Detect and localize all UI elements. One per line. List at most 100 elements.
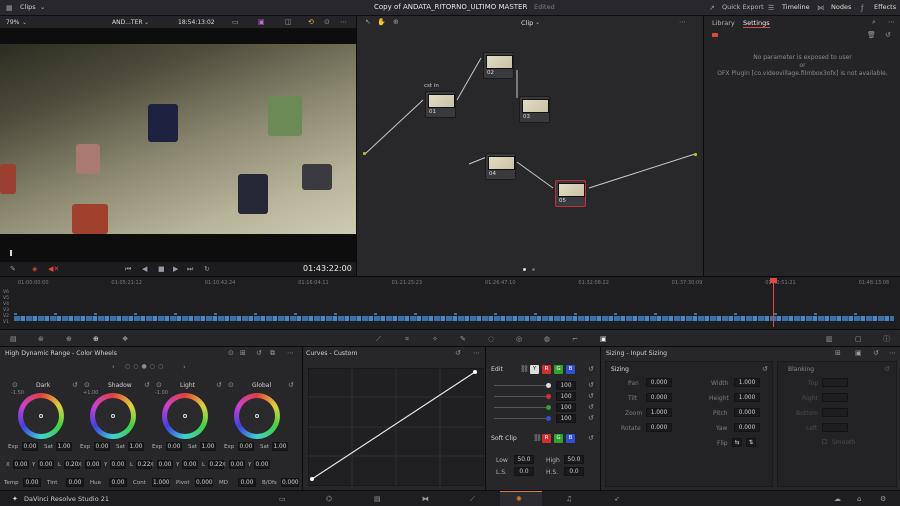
pan-input[interactable]: 0.000 [646, 378, 672, 387]
zone-dots[interactable]: ○○●○○ [125, 363, 166, 370]
channel-b-button[interactable]: B [566, 365, 575, 374]
color-warper-icon[interactable]: ⌗ [405, 335, 409, 343]
adjust-input[interactable]: 0.000 [195, 478, 213, 487]
low-input[interactable]: 50.0 [514, 455, 534, 464]
loop-icon[interactable]: ↻ [204, 265, 210, 273]
intensity-slider[interactable] [494, 396, 548, 397]
blanking-left-input[interactable] [822, 423, 848, 432]
stop-icon[interactable]: ■ [158, 265, 165, 273]
split-icon[interactable]: ◫ [285, 18, 292, 26]
curve-point[interactable] [473, 370, 477, 374]
nodes-button[interactable]: Nodes [831, 3, 851, 11]
ls-input[interactable]: 0.0 [514, 467, 534, 476]
reset-icon[interactable]: ↺ [288, 381, 294, 389]
chevron-down-icon[interactable]: ⌄ [40, 3, 45, 11]
input-pin[interactable] [363, 152, 366, 155]
intensity-slider[interactable] [494, 385, 548, 386]
sat-input[interactable]: 1.00 [56, 442, 72, 451]
color-wheel[interactable] [162, 393, 208, 439]
reset-icon[interactable]: ↺ [885, 31, 891, 39]
fairlight-page-icon[interactable]: ♫ [566, 495, 572, 503]
y-input[interactable]: 0.00 [110, 460, 126, 469]
primaries-icon[interactable]: ⊕ [66, 335, 72, 343]
reset-icon[interactable]: ↺ [144, 381, 150, 389]
intensity-handle[interactable] [546, 394, 551, 399]
settings-icon[interactable]: ⊙ [324, 18, 330, 26]
rotate-input[interactable]: 0.000 [646, 423, 672, 432]
more-icon[interactable]: ⋯ [340, 18, 347, 26]
sizing-icon[interactable]: ▣ [600, 335, 607, 343]
high-input[interactable]: 50.0 [564, 455, 584, 464]
gear-icon[interactable]: ⚙ [880, 495, 886, 503]
scrubber-handle[interactable] [10, 250, 12, 256]
window-icon[interactable]: ◌ [488, 335, 494, 343]
curve-graph[interactable] [308, 368, 484, 486]
clips-icon[interactable]: ▦ [6, 4, 13, 12]
x-input[interactable]: 0.00 [13, 460, 29, 469]
x-input[interactable]: 0.00 [229, 460, 245, 469]
softclip-b-button[interactable]: B [566, 434, 575, 443]
flip-vertical-button[interactable]: ⇅ [746, 438, 756, 447]
options-icon[interactable]: ⊙ [156, 381, 162, 389]
search-icon[interactable]: ⌕ [872, 18, 876, 26]
reset-icon[interactable]: ↺ [588, 414, 594, 422]
reset-icon[interactable]: ↺ [216, 381, 222, 389]
height-input[interactable]: 1.000 [734, 393, 760, 402]
output-pin[interactable] [694, 153, 697, 156]
reset-icon[interactable]: ↺ [873, 349, 879, 357]
fairlight-color-icon[interactable]: ⟋ [470, 495, 475, 503]
curves-icon[interactable]: ⟋ [376, 335, 381, 343]
blur-icon[interactable]: ◍ [544, 335, 550, 343]
qualifier-icon[interactable]: ✧ [432, 335, 438, 343]
width-input[interactable]: 1.000 [734, 378, 760, 387]
adjust-input[interactable]: 0.00 [66, 478, 84, 487]
zoom-level[interactable]: 79% [6, 19, 19, 26]
chevron-right-icon[interactable]: › [183, 363, 186, 371]
layers-icon[interactable]: ◈ [32, 265, 37, 273]
toggle-switch[interactable] [712, 33, 718, 37]
reset-icon[interactable]: ↺ [588, 392, 594, 400]
more-icon[interactable]: ⋯ [473, 349, 480, 357]
intensity-handle[interactable] [546, 416, 551, 421]
channel-g-button[interactable]: G [554, 365, 563, 374]
yaw-input[interactable]: 0.000 [734, 423, 760, 432]
export-icon[interactable]: ↗ [709, 4, 715, 12]
deliver-page-icon[interactable]: ➶ [614, 495, 620, 503]
exp-input[interactable]: 0.00 [94, 442, 110, 451]
wheel-puck[interactable] [183, 414, 187, 418]
intensity-input[interactable]: 100 [556, 414, 576, 423]
node-01[interactable]: 01 cst in [424, 83, 456, 118]
track-v2-clips[interactable] [14, 313, 894, 315]
chevron-down-icon[interactable]: ⌄ [22, 19, 27, 26]
grid-icon[interactable]: ⊞ [835, 349, 841, 357]
adjust-input[interactable]: 0.00 [23, 478, 41, 487]
track-label[interactable]: V5 [3, 296, 9, 301]
curve-point[interactable] [310, 477, 314, 481]
intensity-slider[interactable] [494, 407, 548, 408]
reset-icon[interactable]: ↺ [762, 365, 768, 373]
media-page-icon[interactable]: ▭ [279, 495, 286, 503]
color-page-tab[interactable]: ✺ [500, 491, 542, 506]
adjust-input[interactable]: 0.000 [281, 478, 299, 487]
wheel-puck[interactable] [111, 414, 115, 418]
blanking-top-input[interactable] [822, 378, 848, 387]
quick-export-button[interactable]: Quick Export [722, 3, 764, 11]
link-icon[interactable]: ⛓ [533, 434, 542, 442]
eyedropper-icon[interactable]: ✎ [10, 265, 16, 273]
copy-icon[interactable]: ⧉ [270, 349, 275, 357]
key-icon[interactable]: ⌐ [572, 335, 578, 343]
scrubber-track[interactable] [0, 250, 356, 256]
reset-icon[interactable]: ↺ [588, 381, 594, 389]
rgb-mixer-icon[interactable]: ❖ [122, 335, 128, 343]
keyframes-icon[interactable]: ▥ [826, 335, 833, 343]
smooth-checkbox[interactable] [822, 439, 827, 444]
wheel-puck[interactable] [255, 414, 259, 418]
tilt-input[interactable]: 0.000 [646, 393, 672, 402]
mini-timeline[interactable]: 01:00:00:00 01:05:21:12 01:10:42:24 01:16:0… [0, 276, 900, 329]
node-05[interactable]: 05 [555, 180, 586, 207]
hdr-icon[interactable]: ⊕ [93, 335, 99, 343]
edit-page-icon[interactable]: ▤ [374, 495, 381, 503]
chevron-left-icon[interactable]: ‹ [112, 363, 115, 371]
x-input[interactable]: 0.00 [157, 460, 173, 469]
pitch-input[interactable]: 0.000 [734, 408, 760, 417]
